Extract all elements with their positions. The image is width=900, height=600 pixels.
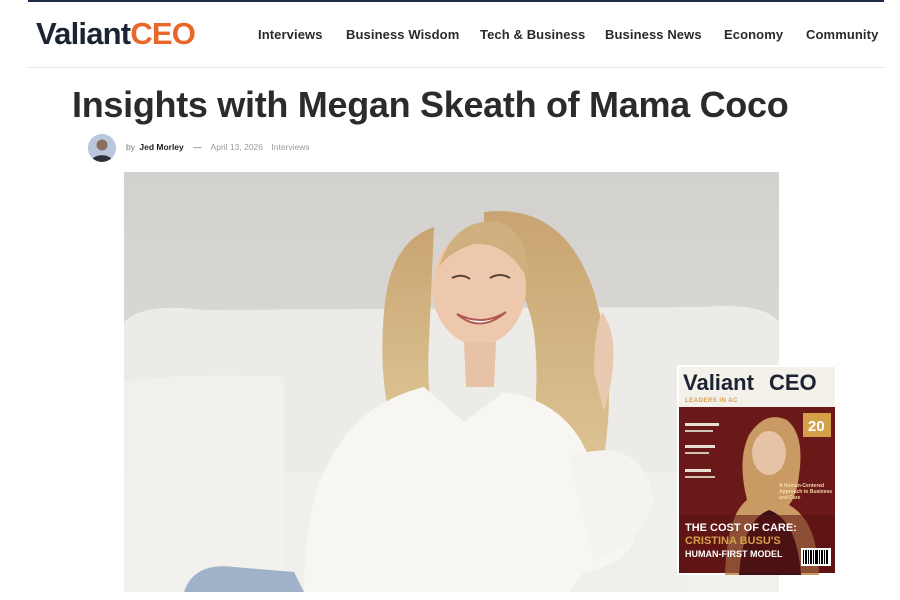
- site-header: ValiantCEO Interviews Business Wisdom Te…: [28, 2, 884, 68]
- magazine-badge: 20: [808, 418, 825, 435]
- magazine-headline-1: THE COST OF CARE:: [685, 522, 797, 534]
- nav-item-interviews[interactable]: Interviews: [258, 24, 323, 46]
- byline-prefix: by: [126, 142, 135, 152]
- magazine-tagline: LEADERS IN AC: [685, 398, 738, 404]
- logo-text-valiant: Valiant: [36, 16, 131, 51]
- nav-item-tech-business[interactable]: Tech & Business: [480, 24, 585, 46]
- author-avatar[interactable]: [88, 134, 116, 162]
- author-link[interactable]: Jed Morley: [139, 142, 183, 152]
- barcode-icon: [801, 548, 831, 566]
- category-link[interactable]: Interviews: [271, 142, 309, 152]
- logo-text-ceo: CEO: [130, 16, 196, 51]
- nav-item-business-wisdom[interactable]: Business Wisdom: [346, 24, 459, 46]
- magazine-brand-ceo: CEO: [769, 370, 817, 395]
- magazine-headline-2: CRISTINA BUSU'S: [685, 535, 781, 547]
- publish-date: April 13, 2026: [210, 142, 263, 152]
- byline-separator: —: [193, 142, 202, 152]
- magazine-cover[interactable]: Valiant CEO LEADERS IN AC 20 A Human-Cen…: [677, 365, 837, 575]
- nav-item-economy[interactable]: Economy: [724, 24, 783, 46]
- nav-item-community[interactable]: Community: [806, 24, 878, 46]
- magazine-brand: Valiant: [683, 370, 755, 395]
- article-title: Insights with Megan Skeath of Mama Coco: [72, 84, 789, 125]
- magazine-feature-blurb: A Human-Centered Approach to Business an…: [779, 483, 833, 501]
- magazine-headline-3: HUMAN-FIRST MODEL: [685, 549, 783, 559]
- byline: by Jed Morley — April 13, 2026 Interview…: [126, 141, 310, 153]
- nav-item-business-news[interactable]: Business News: [605, 24, 702, 46]
- site-logo[interactable]: ValiantCEO: [36, 16, 196, 52]
